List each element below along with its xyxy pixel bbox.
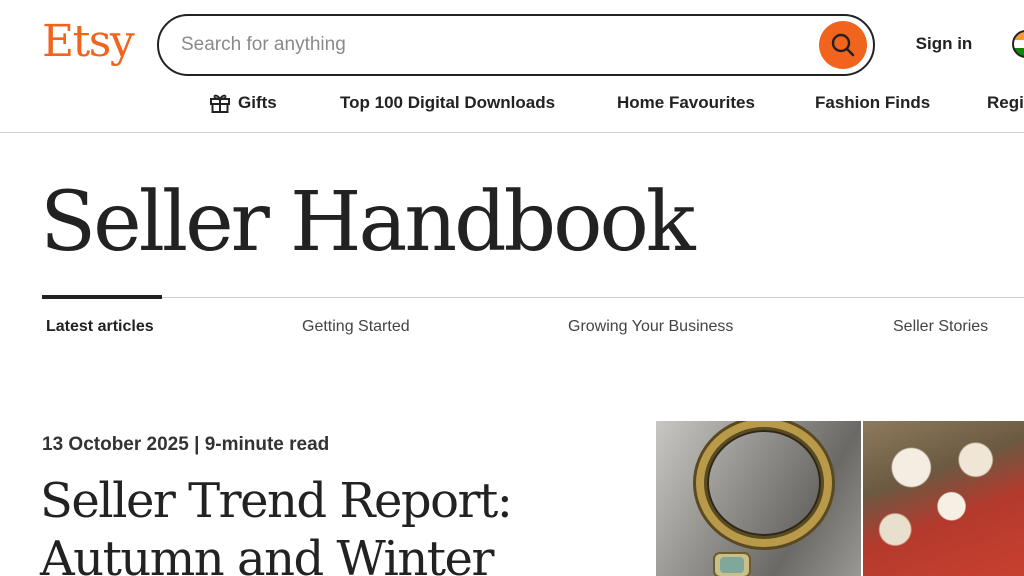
subnav-item-top-100-digital-downloads[interactable]: Top 100 Digital Downloads (340, 88, 555, 118)
page-title: Seller Handbook (40, 175, 696, 270)
tab-growing-your-business[interactable]: Growing Your Business (568, 312, 733, 342)
bracelet-illustration (693, 421, 835, 576)
meta-separator: | (194, 434, 200, 455)
subnav-item-fashion-finds[interactable]: Fashion Finds (815, 88, 930, 118)
article-date: 13 October 2025 (42, 434, 189, 455)
flag-icon[interactable] (1012, 30, 1024, 58)
dried-flowers-photo (863, 421, 1024, 576)
tabs-divider (42, 297, 1024, 298)
article-hero-image[interactable] (656, 421, 1024, 576)
search-bar[interactable] (157, 14, 875, 76)
site-header: Etsy Sign in Gifts Top 100 Digital Downl… (0, 0, 1024, 133)
sign-in-link[interactable]: Sign in (906, 28, 982, 60)
category-nav: Gifts Top 100 Digital Downloads Home Fav… (0, 88, 1024, 118)
gift-icon (210, 94, 230, 113)
search-button[interactable] (819, 21, 867, 69)
subnav-item-home-favourites[interactable]: Home Favourites (617, 88, 755, 118)
bracelet-photo (656, 421, 861, 576)
tab-getting-started[interactable]: Getting Started (302, 312, 410, 342)
subnav-item-gifts[interactable]: Gifts (238, 88, 277, 118)
tab-latest-articles[interactable]: Latest articles (46, 312, 154, 342)
search-icon (831, 33, 855, 57)
active-tab-indicator (42, 295, 162, 299)
subnav-item-registry[interactable]: Regi (987, 88, 1024, 118)
article-read-time: 9-minute read (204, 434, 330, 455)
article-meta: 13 October 2025 | 9-minute read (42, 430, 329, 460)
etsy-seller-handbook-page: Etsy Sign in Gifts Top 100 Digital Downl… (0, 0, 1024, 576)
etsy-logo[interactable]: Etsy (42, 12, 135, 72)
tab-seller-stories[interactable]: Seller Stories (893, 312, 988, 342)
search-input[interactable] (181, 28, 801, 62)
article-title[interactable]: Seller Trend Report: Autumn and Winter (40, 472, 640, 576)
